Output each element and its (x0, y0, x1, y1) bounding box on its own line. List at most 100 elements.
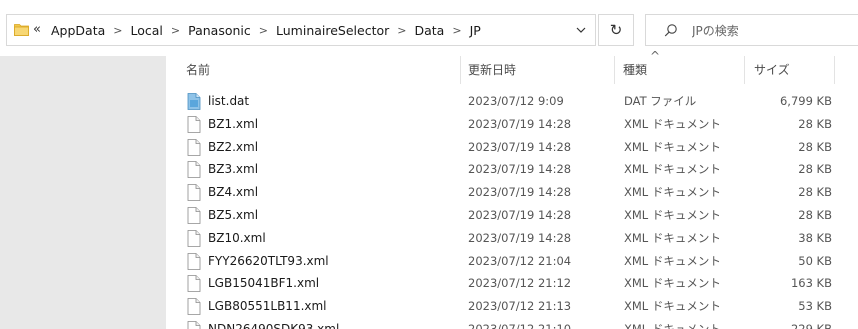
column-date[interactable]: 更新日時 (468, 56, 516, 84)
column-divider[interactable] (460, 56, 461, 84)
file-type: XML ドキュメント (624, 116, 721, 131)
xml-file-icon (187, 275, 201, 293)
dat-file-icon (187, 93, 201, 110)
file-date: 2023/07/19 14:28 (468, 139, 572, 154)
column-divider[interactable] (834, 56, 835, 84)
xml-file-icon (187, 184, 201, 202)
chevron-right-icon[interactable]: > (397, 24, 406, 37)
file-size: 28 KB (798, 185, 832, 200)
file-rows: list.dat 2023/07/12 9:09 DAT ファイル 6,799 KB B… (166, 90, 858, 329)
file-size: 6,799 KB (779, 94, 832, 108)
file-row[interactable]: BZ3.xml 2023/07/19 14:28 XML ドキュメント 28 KB (166, 158, 858, 181)
file-date: 2023/07/12 21:04 (468, 253, 572, 268)
file-row[interactable]: BZ10.xml 2023/07/19 14:28 XML ドキュメント 38 KB (166, 227, 858, 250)
file-row[interactable]: LGB80551LB11.xml 2023/07/12 21:13 XML ドキュメ… (166, 295, 858, 318)
search-input[interactable] (690, 20, 854, 42)
file-size: 53 KB (798, 299, 832, 314)
file-date: 2023/07/19 14:28 (468, 207, 572, 222)
file-name: FYY26620TLT93.xml (208, 253, 329, 268)
file-name: LGB80551LB11.xml (208, 299, 327, 314)
xml-file-icon (187, 161, 201, 179)
file-type: XML ドキュメント (624, 207, 721, 222)
breadcrumb-item[interactable]: Local (131, 23, 163, 38)
breadcrumb-item[interactable]: AppData (51, 23, 105, 38)
breadcrumb-item[interactable]: LuminaireSelector (276, 23, 389, 38)
chevron-right-icon[interactable]: > (171, 24, 180, 37)
search-box[interactable] (645, 14, 858, 46)
xml-file-icon (187, 207, 201, 224)
file-row[interactable]: FYY26620TLT93.xml 2023/07/12 21:04 XML ドキュ… (166, 250, 858, 273)
column-size[interactable]: サイズ (754, 56, 790, 84)
file-type: XML ドキュメント (624, 253, 721, 268)
file-name: NDN26490SDK93.xml (208, 321, 340, 329)
file-row[interactable]: BZ1.xml 2023/07/19 14:28 XML ドキュメント 28 KB (166, 113, 858, 136)
file-list: 名前 更新日時 種類 ^ サイズ list.dat 2023/07/12 9:09… (166, 49, 858, 329)
file-date: 2023/07/12 21:10 (468, 321, 572, 329)
column-header: 名前 更新日時 種類 ^ サイズ (166, 49, 858, 84)
navigation-pane[interactable] (0, 56, 166, 329)
breadcrumb-item[interactable]: Panasonic (188, 23, 251, 38)
file-name: BZ4.xml (208, 185, 259, 200)
file-row[interactable]: BZ4.xml 2023/07/19 14:28 XML ドキュメント 28 KB (166, 181, 858, 204)
file-date: 2023/07/12 9:09 (468, 94, 564, 108)
file-name: BZ1.xml (208, 116, 259, 131)
chevron-right-icon[interactable]: > (113, 24, 122, 37)
file-type: XML ドキュメント (624, 139, 721, 154)
xml-file-icon (187, 321, 201, 329)
sort-ascending-icon: ^ (650, 49, 661, 63)
file-size: 28 KB (798, 207, 832, 222)
file-date: 2023/07/19 14:28 (468, 230, 572, 245)
recent-locations-icon[interactable]: « (33, 22, 41, 37)
column-divider[interactable] (744, 56, 745, 84)
file-row[interactable]: list.dat 2023/07/12 9:09 DAT ファイル 6,799 KB (166, 90, 858, 113)
file-explorer-window: « AppData > Local > Panasonic > LuminaireSelec… (0, 0, 858, 329)
column-divider[interactable] (614, 56, 615, 84)
xml-file-icon (187, 115, 201, 133)
file-row[interactable]: BZ5.xml 2023/07/19 14:28 XML ドキュメント 28 KB (166, 204, 858, 227)
file-row[interactable]: NDN26490SDK93.xml 2023/07/12 21:10 XML ドキュ… (166, 318, 858, 329)
file-type: XML ドキュメント (624, 230, 721, 245)
folder-icon (14, 24, 29, 36)
file-date: 2023/07/19 14:28 (468, 116, 572, 131)
file-name: list.dat (208, 94, 250, 108)
xml-file-icon (187, 298, 201, 316)
file-size: 163 KB (790, 276, 832, 291)
column-type[interactable]: 種類 (623, 56, 647, 84)
column-name[interactable]: 名前 (186, 56, 210, 84)
file-type: XML ドキュメント (624, 321, 721, 329)
file-name: BZ2.xml (208, 139, 259, 154)
breadcrumb-item[interactable]: JP (470, 23, 481, 38)
xml-file-icon (187, 229, 201, 247)
file-date: 2023/07/19 14:28 (468, 185, 572, 200)
file-name: BZ5.xml (208, 207, 259, 222)
refresh-button[interactable]: ↻ (598, 14, 634, 46)
chevron-down-icon[interactable] (575, 24, 587, 36)
file-size: 28 KB (798, 116, 832, 131)
address-bar[interactable]: « AppData > Local > Panasonic > LuminaireSelec… (6, 14, 596, 46)
chevron-right-icon[interactable]: > (452, 24, 461, 37)
file-row[interactable]: BZ2.xml 2023/07/19 14:28 XML ドキュメント 28 KB (166, 136, 858, 159)
file-row[interactable]: LGB15041BF1.xml 2023/07/12 21:12 XML ドキュメン… (166, 272, 858, 295)
file-type: XML ドキュメント (624, 299, 721, 314)
xml-file-icon (187, 252, 201, 270)
file-type: XML ドキュメント (624, 162, 721, 177)
navigation-toolbar: « AppData > Local > Panasonic > LuminaireSelec… (0, 0, 858, 56)
chevron-right-icon[interactable]: > (259, 24, 268, 37)
file-name: BZ10.xml (208, 230, 266, 245)
file-type: XML ドキュメント (624, 276, 721, 291)
search-icon (664, 24, 677, 37)
breadcrumb-item[interactable]: Data (415, 23, 445, 38)
file-date: 2023/07/12 21:13 (468, 299, 572, 314)
file-name: BZ3.xml (208, 162, 259, 177)
xml-file-icon (187, 138, 201, 156)
file-date: 2023/07/19 14:28 (468, 162, 572, 177)
file-size: 38 KB (798, 230, 832, 245)
file-type: XML ドキュメント (624, 185, 721, 200)
refresh-icon: ↻ (609, 21, 623, 39)
file-size: 28 KB (798, 139, 832, 154)
file-type: DAT ファイル (624, 94, 697, 108)
file-name: LGB15041BF1.xml (208, 276, 320, 291)
breadcrumb: AppData > Local > Panasonic > LuminaireSelecto… (51, 15, 481, 45)
file-size: 28 KB (798, 162, 832, 177)
file-date: 2023/07/12 21:12 (468, 276, 572, 291)
